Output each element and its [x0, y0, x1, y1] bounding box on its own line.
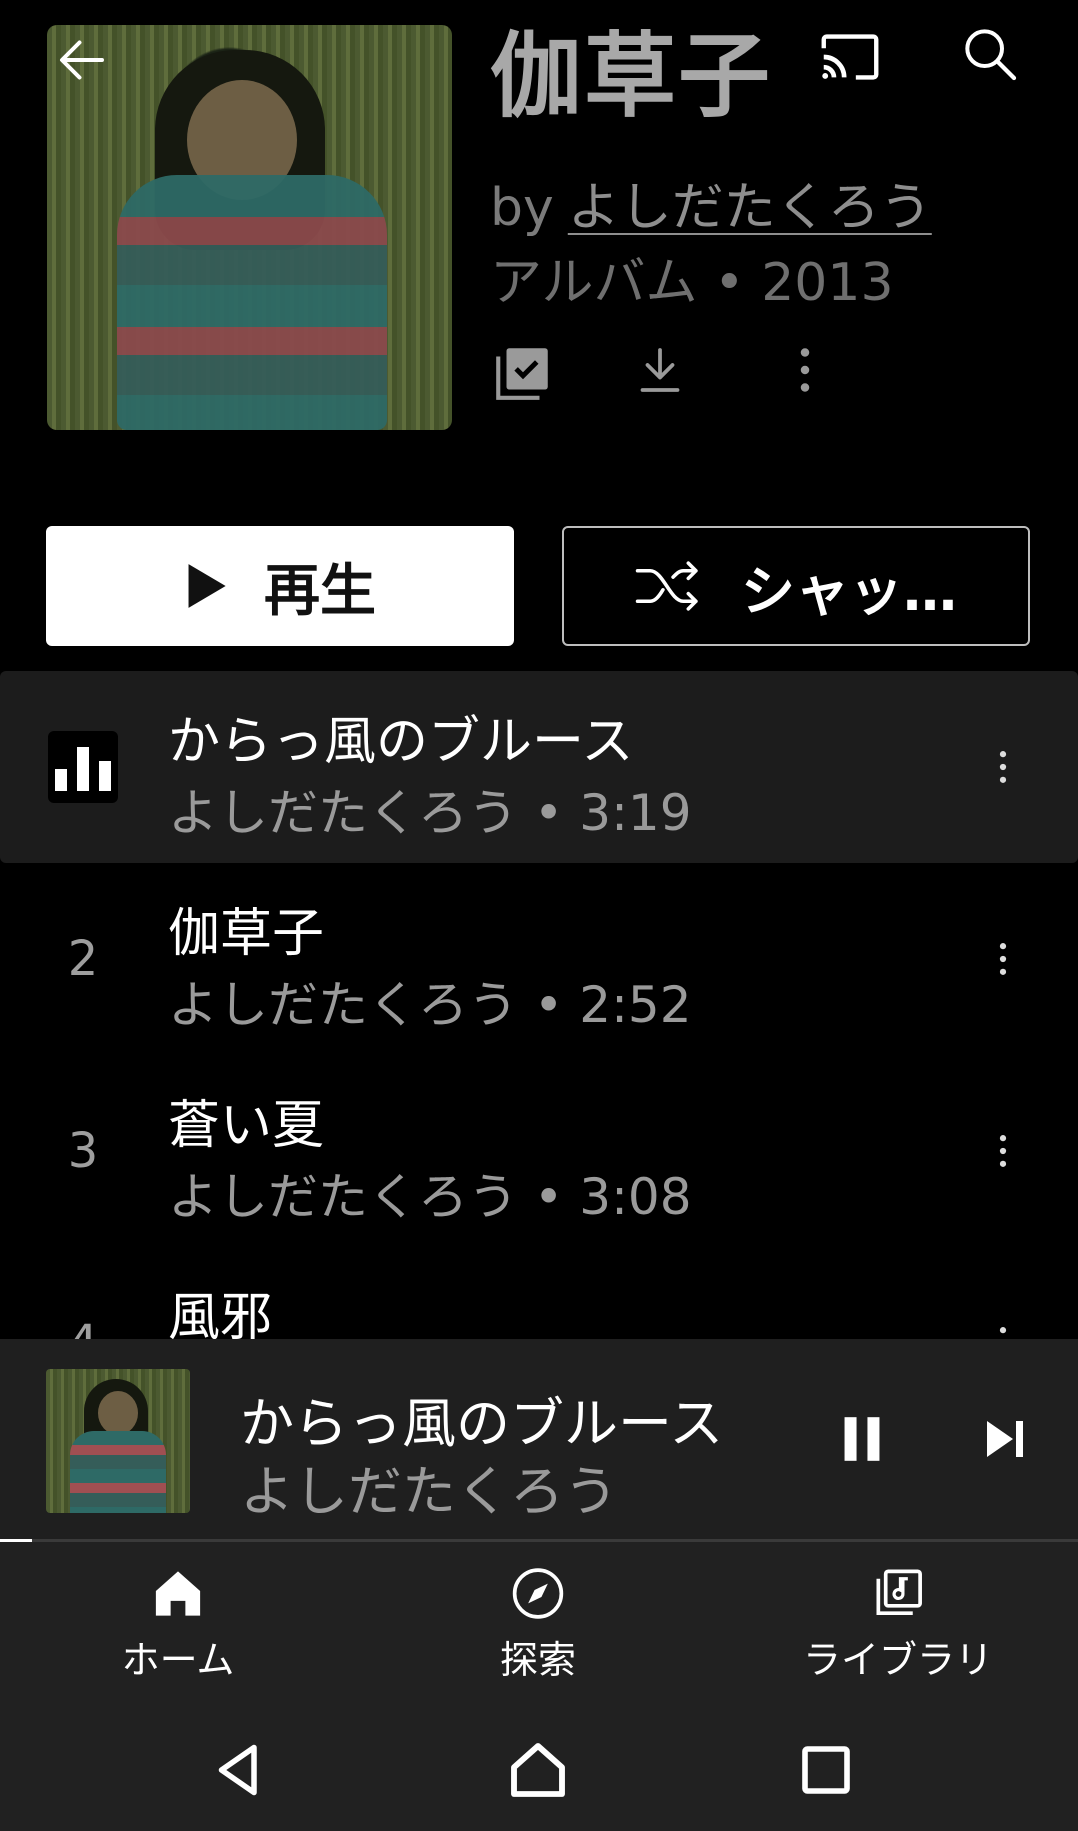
track-more-button[interactable] [968, 1111, 1038, 1191]
artist-link[interactable]: よしだたくろう [568, 178, 932, 238]
mini-player-art [46, 1369, 190, 1513]
more-vertical-icon [999, 943, 1007, 975]
pause-icon [844, 1417, 880, 1461]
album-title: 伽草子 [490, 23, 773, 130]
compass-icon [512, 1568, 564, 1619]
equalizer-icon [48, 731, 118, 803]
track-row[interactable]: 3 蒼い夏 よしだたくろう • 3:08 [0, 1055, 1078, 1247]
cast-button[interactable] [815, 22, 889, 96]
play-label: 再生 [264, 558, 376, 624]
cast-icon [821, 34, 879, 80]
nav-label: 探索 [499, 1638, 576, 1682]
bottom-navigation: ホーム 探索 ライブラリ [0, 1542, 1078, 1702]
mini-player-artist: よしだたくろう [240, 1460, 618, 1523]
search-icon [965, 29, 1017, 81]
nav-label: ライブラリ [802, 1638, 993, 1682]
library-added-icon [496, 348, 548, 400]
album-more-button[interactable] [775, 340, 850, 420]
track-title: からっ風のブルース [168, 712, 634, 772]
more-vertical-icon [999, 1135, 1007, 1167]
artist-line: by よしだたくろう [490, 165, 932, 240]
system-home-button[interactable] [498, 1730, 578, 1810]
mini-player[interactable]: からっ風のブルース よしだたくろう [0, 1339, 1078, 1539]
shuffle-label: シャッ… [741, 559, 957, 623]
arrow-left-icon [60, 40, 104, 80]
track-row[interactable]: からっ風のブルース よしだたくろう • 3:19 [0, 671, 1078, 863]
more-vertical-icon [800, 348, 810, 392]
track-subtitle: よしだたくろう • 3:08 [168, 1168, 692, 1226]
next-button[interactable] [965, 1389, 1045, 1489]
download-button[interactable] [630, 340, 705, 420]
track-more-button[interactable] [968, 727, 1038, 807]
pause-button[interactable] [822, 1389, 902, 1489]
nav-label: ホーム [121, 1638, 235, 1682]
house-outline-icon [511, 1743, 565, 1797]
track-title: 伽草子 [168, 904, 325, 964]
now-playing-indicator [48, 671, 118, 863]
triangle-back-icon [218, 1744, 257, 1796]
track-number: 3 [67, 1123, 99, 1179]
play-button[interactable]: 再生 [46, 526, 514, 646]
system-back-button[interactable] [199, 1730, 279, 1810]
more-vertical-icon [999, 751, 1007, 783]
track-subtitle: よしだたくろう • 2:52 [168, 976, 692, 1034]
system-recents-button[interactable] [786, 1730, 866, 1810]
track-row[interactable]: 2 伽草子 よしだたくろう • 2:52 [0, 863, 1078, 1055]
skip-next-icon [987, 1421, 1023, 1457]
download-icon [640, 348, 680, 392]
track-subtitle: よしだたくろう • 3:19 [168, 784, 692, 842]
play-icon [188, 564, 226, 608]
nav-item-explore[interactable]: 探索 [458, 1564, 618, 1684]
album-meta: アルバム • 2013 [490, 253, 894, 313]
nav-item-library[interactable]: ライブラリ [788, 1564, 1008, 1684]
shuffle-button[interactable]: シャッ… [562, 526, 1030, 646]
shuffle-icon [635, 561, 698, 611]
add-to-library-button[interactable] [490, 340, 565, 420]
track-number: 2 [67, 931, 99, 987]
search-button[interactable] [958, 22, 1032, 96]
by-label: by [490, 178, 554, 238]
library-music-icon [876, 1569, 922, 1616]
system-navigation-bar [0, 1702, 1078, 1831]
nav-item-home[interactable]: ホーム [98, 1564, 258, 1684]
square-recents-icon [802, 1746, 850, 1794]
track-more-button[interactable] [968, 919, 1038, 999]
home-icon [155, 1571, 201, 1616]
back-button[interactable] [44, 22, 120, 98]
track-title: 蒼い夏 [168, 1096, 325, 1156]
